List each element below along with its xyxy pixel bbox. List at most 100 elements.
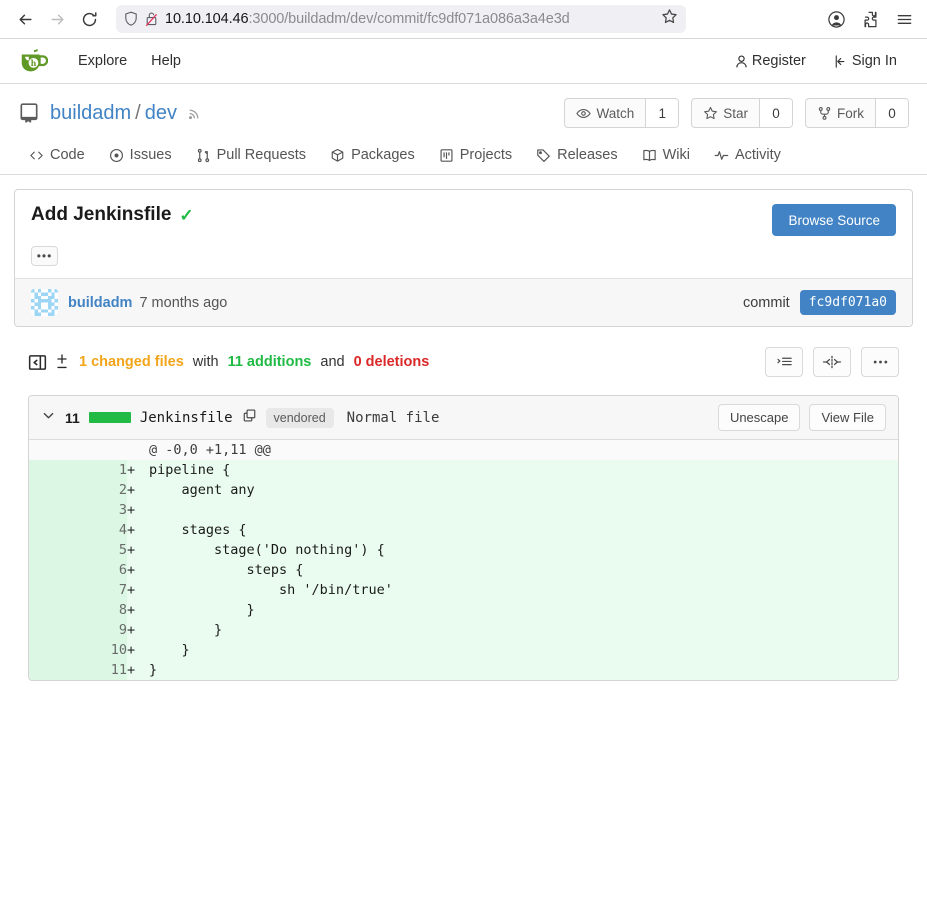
diff-line-code: } (149, 620, 898, 640)
diff-line-number[interactable]: 1 (29, 460, 127, 480)
rss-icon[interactable] (187, 105, 203, 121)
repo-header: buildadm / dev Watch 1 Star 0 Fork 0 (0, 84, 927, 128)
diff-line-row: 3 + (29, 500, 898, 520)
diff-line-marker: + (127, 480, 149, 500)
diff-line-number[interactable]: 7 (29, 580, 127, 600)
diff-line-number[interactable]: 3 (29, 500, 127, 520)
tab-wiki-label: Wiki (662, 147, 690, 163)
diff-line-row: 2 + agent any (29, 480, 898, 500)
diff-line-number[interactable]: 4 (29, 520, 127, 540)
sign-in-link[interactable]: Sign In (822, 47, 909, 75)
repo-actions: Watch 1 Star 0 Fork 0 (564, 98, 909, 128)
nav-link-help[interactable]: Help (139, 47, 193, 75)
browser-toolbar: 10.10.104.46:3000/buildadm/dev/commit/fc… (0, 0, 927, 39)
diff-line-number[interactable]: 8 (29, 600, 127, 620)
tab-pull-requests[interactable]: Pull Requests (185, 138, 317, 174)
repo-name-link[interactable]: dev (145, 102, 177, 125)
repository-icon (20, 103, 38, 123)
diff-line-row: 7 + sh '/bin/true' (29, 580, 898, 600)
watch-count: 1 (645, 99, 679, 127)
tag-icon (537, 148, 550, 162)
sidebar-collapse-button[interactable] (28, 353, 47, 372)
diff-options-icon (776, 357, 792, 366)
split-view-button[interactable] (813, 347, 851, 377)
tab-issues[interactable]: Issues (98, 138, 183, 174)
diff-line-number[interactable]: 2 (29, 480, 127, 500)
diff-line-number[interactable]: 6 (29, 560, 127, 580)
browser-menu-button[interactable] (891, 6, 917, 32)
commit-author-link[interactable]: buildadm (68, 295, 132, 311)
repo-owner-link[interactable]: buildadm (50, 102, 131, 125)
tab-releases-label: Releases (557, 147, 618, 163)
expand-commit-body-button[interactable]: ••• (31, 246, 58, 266)
diff-line-marker: + (127, 640, 149, 660)
tab-activity[interactable]: Activity (703, 138, 792, 174)
diff-line-marker: + (127, 460, 149, 480)
tab-wiki[interactable]: Wiki (631, 138, 701, 174)
diff-line-marker: + (127, 520, 149, 540)
diff-line-row: 11 + } (29, 660, 898, 680)
gitea-logo[interactable]: h (18, 46, 48, 76)
diff-line-marker: + (127, 580, 149, 600)
commit-sha-badge[interactable]: fc9df071a0 (799, 290, 896, 315)
address-bar[interactable]: 10.10.104.46:3000/buildadm/dev/commit/fc… (116, 5, 686, 33)
star-icon (704, 106, 718, 119)
issue-opened-icon (109, 148, 123, 162)
fork-button[interactable]: Fork (806, 99, 875, 127)
account-button[interactable] (823, 6, 849, 32)
diff-line-row: 6 + steps { (29, 560, 898, 580)
shield-icon (125, 11, 137, 26)
diff-line-number[interactable]: 9 (29, 620, 127, 640)
tab-code-label: Code (50, 147, 85, 163)
deletions-count: 0 deletions (353, 354, 430, 370)
diff-line-marker: + (127, 620, 149, 640)
back-button[interactable] (10, 4, 40, 34)
diff-line-number[interactable]: 11 (29, 660, 127, 680)
nav-link-explore[interactable]: Explore (66, 47, 139, 75)
file-diff-box: 11 Jenkinsfile vendored Normal file Unes… (28, 395, 899, 681)
fork-button-group[interactable]: Fork 0 (805, 98, 909, 128)
register-link[interactable]: Register (722, 47, 818, 75)
star-count: 0 (759, 99, 792, 127)
tab-projects[interactable]: Projects (428, 138, 523, 174)
diff-line-row: 10 + } (29, 640, 898, 660)
extensions-button[interactable] (857, 6, 883, 32)
tab-packages[interactable]: Packages (319, 138, 426, 174)
star-button-group[interactable]: Star 0 (691, 98, 793, 128)
commit-message: Add Jenkinsfile (31, 204, 172, 225)
reload-button[interactable] (74, 4, 104, 34)
file-diff-header: 11 Jenkinsfile vendored Normal file Unes… (29, 396, 898, 440)
copy-path-button[interactable] (242, 408, 257, 428)
commit-title-row: Add Jenkinsfile ✓ Browse Source (15, 190, 912, 246)
diff-hunk-row: @ -0,0 +1,11 @@ (29, 440, 898, 460)
hunk-marker (127, 440, 149, 460)
site-header-right: Register Sign In (722, 47, 909, 75)
bookmark-star-icon[interactable] (661, 8, 678, 30)
diff-table: @ -0,0 +1,11 @@ 1 + pipeline { 2 + agent… (29, 440, 898, 680)
sign-in-label: Sign In (851, 53, 897, 69)
diff-line-code: pipeline { (149, 460, 898, 480)
unescape-button[interactable]: Unescape (717, 404, 801, 431)
diff-summary-bar: 1 changed files with 11 additions and 0 … (14, 327, 913, 387)
tab-code[interactable]: Code (18, 138, 96, 174)
pulse-icon (714, 150, 729, 160)
collapse-file-button[interactable] (41, 408, 56, 428)
diff-line-row: 8 + } (29, 600, 898, 620)
diff-options-button[interactable] (765, 347, 803, 377)
arrow-right-icon (50, 14, 64, 24)
forward-button[interactable] (42, 4, 72, 34)
diff-more-options-button[interactable] (861, 347, 899, 377)
tab-releases[interactable]: Releases (525, 138, 628, 174)
diff-line-number[interactable]: 10 (29, 640, 127, 660)
diff-line-number[interactable]: 5 (29, 540, 127, 560)
file-name: Jenkinsfile (139, 409, 233, 426)
browse-source-button[interactable]: Browse Source (772, 204, 896, 236)
view-file-button[interactable]: View File (809, 404, 886, 431)
site-header: h Explore Help Register Sign In (0, 39, 927, 84)
watch-button-group[interactable]: Watch 1 (564, 98, 680, 128)
watch-button[interactable]: Watch (565, 99, 645, 127)
summary-with-text: with (192, 354, 219, 370)
diff-line-code: } (149, 640, 898, 660)
star-button[interactable]: Star (692, 99, 759, 127)
vendored-badge: vendored (265, 407, 334, 428)
